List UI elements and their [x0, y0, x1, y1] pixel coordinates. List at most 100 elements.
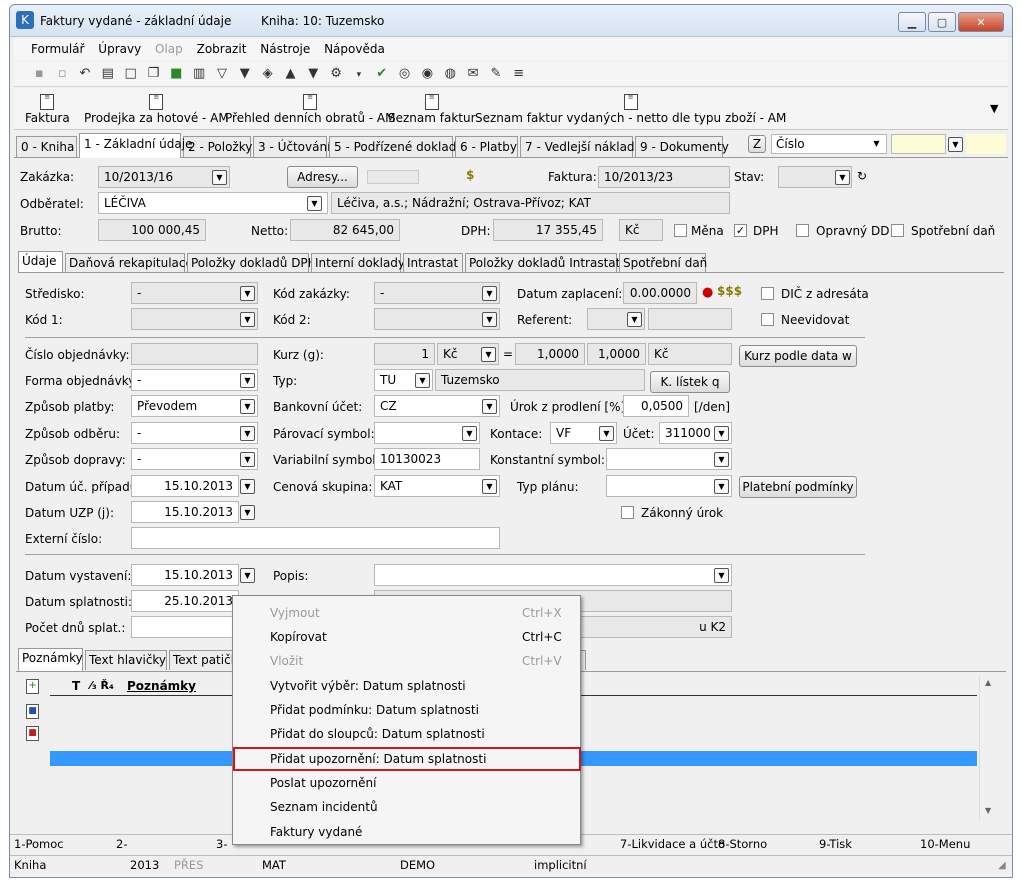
datum-uzp-field[interactable]: 15.10.2013 [131, 501, 239, 523]
popis-dropdown-icon[interactable]: ▼ [714, 568, 729, 583]
new-document-icon[interactable]: □ [122, 65, 139, 82]
tab-platby[interactable]: 6 - Platby [455, 136, 518, 157]
fkey-1[interactable]: 1-Pomoc [14, 837, 64, 851]
subtab-udaje[interactable]: Údaje [18, 251, 63, 274]
zakazka-field[interactable]: 10/2013/16 [98, 166, 230, 188]
save-icon[interactable]: ▪ [31, 65, 48, 82]
zpusob-platby-dropdown-icon[interactable]: ▼ [240, 399, 255, 414]
zakonny-urok-checkbox[interactable] [621, 506, 634, 519]
list-menu-icon[interactable]: ≡ [510, 65, 527, 82]
toolbar-overflow-icon[interactable]: ▼ [990, 102, 998, 115]
referent-dropdown-icon[interactable]: ▼ [627, 312, 642, 327]
copy-icon[interactable]: ❐ [145, 65, 162, 82]
tab-polozky[interactable]: 2 - Položky [183, 136, 252, 157]
kontace-dropdown-icon[interactable]: ▼ [599, 426, 614, 441]
coins-icon[interactable]: $ [466, 168, 474, 182]
notes-header-order[interactable]: ⁄₃ Ř₄ [90, 679, 114, 692]
subtab-intrastat[interactable]: Intrastat [403, 253, 463, 273]
edit-note-icon[interactable]: ■ [26, 704, 39, 719]
ctx-vytvorit-vyber[interactable]: Vytvořit výběr: Datum splatnosti [233, 674, 580, 698]
neevidovat-checkbox[interactable] [761, 313, 774, 326]
fkey-8[interactable]: 8-Storno [718, 837, 767, 851]
refresh-icon[interactable]: ↻ [857, 169, 867, 183]
subtab-interni-doklady[interactable]: Interní doklady [311, 253, 405, 273]
subtab-danova-rekapitulace[interactable]: Daňová rekapitulace [65, 253, 193, 273]
tab-zakladni-udaje[interactable]: 1 - Základní údaje [79, 133, 192, 158]
stredisko-dropdown-icon[interactable]: ▼ [240, 286, 255, 301]
filter-list-icon[interactable]: ▼ [236, 65, 253, 82]
tab-podrizene[interactable]: 5 - Podřízené doklady [329, 136, 463, 157]
payment-status-icon[interactable]: ● [702, 285, 713, 300]
notes-tab-text-paticky[interactable]: Text patičk [169, 650, 239, 670]
datum-vystaveni-field[interactable]: 15.10.2013 [131, 564, 239, 586]
dic-z-adresata-checkbox[interactable] [761, 287, 774, 300]
sort-extra-field[interactable] [966, 134, 1006, 154]
report-prehled-obratu[interactable]: ≡ Přehled denních obratů - AM [225, 91, 395, 126]
report-seznam-faktur[interactable]: ≡ Seznam faktur [388, 91, 476, 126]
open-folder-icon[interactable]: ▤ [99, 65, 116, 82]
datum-uc-pripadu-field[interactable]: 15.10.2013 [131, 475, 239, 497]
notes-tab-text-hlavicky[interactable]: Text hlavičky [85, 650, 167, 670]
kurz-value2-field[interactable]: 1,0000 [587, 343, 646, 365]
menu-upravy[interactable]: Úpravy [93, 38, 146, 60]
binoculars-icon[interactable]: ◎ [396, 65, 413, 82]
fkey-2[interactable]: 2- [116, 837, 127, 851]
datum-uzp-dropdown-icon[interactable]: ▼ [240, 505, 255, 520]
adresy-button[interactable]: Adresy... [287, 166, 358, 188]
report-seznam-netto[interactable]: ≡ Seznam faktur vydaných - netto dle typu… [475, 91, 786, 126]
zpusob-platby-field[interactable]: Převodem [131, 395, 258, 417]
dropdown-arrow-icon[interactable]: ▾ [350, 67, 367, 84]
sort-field-dropdown-icon[interactable]: ▼ [869, 137, 884, 152]
kurz-qty-field[interactable]: 1 [374, 343, 435, 365]
notes-header-type[interactable]: T [72, 679, 80, 693]
notes-tab-poznamky[interactable]: Poznámky [18, 648, 83, 671]
kurz-value1-field[interactable]: 1,0000 [515, 343, 585, 365]
opravny-dd-checkbox[interactable] [796, 224, 809, 237]
save-copy-icon[interactable]: ▫ [54, 65, 71, 82]
cislo-objednavky-field[interactable] [131, 343, 258, 365]
sort-value-dropdown-icon[interactable]: ▼ [948, 137, 963, 152]
fkey-9[interactable]: 9-Tisk [819, 837, 852, 851]
scroll-up-icon[interactable]: ▲ [985, 678, 991, 687]
variabilni-symbol-field[interactable]: 10130023 [374, 448, 480, 470]
scroll-down-icon[interactable]: ▼ [985, 806, 991, 815]
lock-icon[interactable]: ■ [168, 65, 185, 82]
tab-vedlejsi[interactable]: 7 - Vedlejší náklady [520, 136, 642, 157]
tab-kniha[interactable]: 0 - Kniha [16, 136, 77, 157]
check-filter-icon[interactable]: ✔ [373, 65, 390, 82]
kod1-field[interactable] [131, 308, 258, 330]
ctx-kopirovat[interactable]: Kopírovat Ctrl+C [233, 625, 580, 649]
parovaci-symbol-dropdown-icon[interactable]: ▼ [462, 426, 477, 441]
zpusob-dopravy-dropdown-icon[interactable]: ▼ [240, 452, 255, 467]
faktura-field[interactable]: 10/2013/23 [598, 166, 730, 188]
urok-field[interactable]: 0,0500 [623, 395, 689, 417]
zakazka-dropdown-icon[interactable]: ▼ [212, 170, 227, 185]
externi-cislo-field[interactable] [131, 527, 500, 549]
typ-planu-dropdown-icon[interactable]: ▼ [714, 479, 729, 494]
menu-napoveda[interactable]: Nápověda [319, 38, 390, 60]
menu-formular[interactable]: Formulář [26, 38, 89, 60]
menu-nastroje[interactable]: Nástroje [255, 38, 315, 60]
forma-objednavky-dropdown-icon[interactable]: ▼ [240, 373, 255, 388]
stredisko-field[interactable]: - [131, 282, 258, 304]
datum-vystaveni-dropdown-icon[interactable]: ▼ [240, 568, 255, 583]
tab-uctovani[interactable]: 3 - Účtování [253, 136, 330, 157]
ctx-pridat-podminku[interactable]: Přidat podmínku: Datum splatnosti [233, 698, 580, 722]
mail-icon[interactable]: ✉ [465, 65, 482, 82]
odberatel-field[interactable]: LÉČIVA [98, 192, 328, 214]
ctx-pridat-do-sloupcu[interactable]: Přidat do sloupců: Datum splatnosti [233, 722, 580, 746]
kod2-dropdown-icon[interactable]: ▼ [482, 312, 497, 327]
edit-icon[interactable]: ✎ [487, 65, 504, 82]
mena-checkbox[interactable] [674, 224, 687, 237]
zpusob-odberu-field[interactable]: - [131, 422, 258, 444]
payment-coins-icon[interactable]: $$$ [717, 284, 742, 298]
subtab-polozky-dph[interactable]: Položky dokladů DPH [187, 253, 317, 273]
stav-dropdown-icon[interactable]: ▼ [835, 170, 850, 185]
popis-field[interactable] [374, 564, 732, 586]
kurz-podle-data-button[interactable]: Kurz podle data w [739, 345, 857, 367]
pocet-dnu-splatnosti-field[interactable] [131, 616, 239, 638]
fkey-3[interactable]: 3- [216, 837, 227, 851]
ctx-pridat-upozorneni[interactable]: Přidat upozornění: Datum splatnosti [233, 747, 581, 771]
notes-scrollbar[interactable]: ▲ ▼ [979, 676, 997, 821]
undo-icon[interactable]: ↶ [76, 65, 93, 82]
